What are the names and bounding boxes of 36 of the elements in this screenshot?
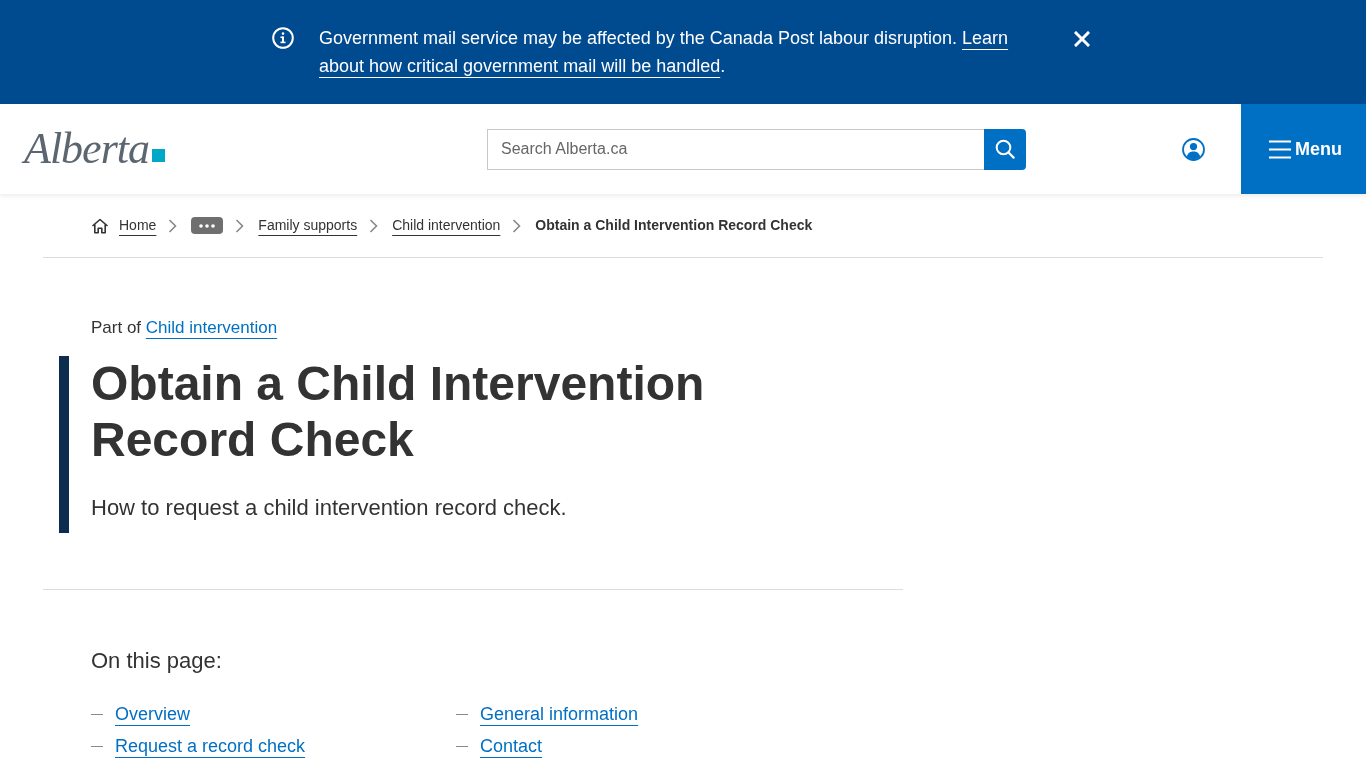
chevron-right-icon <box>512 218 522 233</box>
home-icon <box>91 217 109 234</box>
search-button[interactable] <box>984 128 1026 170</box>
page-subtitle: How to request a child intervention record check. <box>91 494 568 522</box>
breadcrumb-current: Obtain a Child Intervention Record Check <box>535 216 813 235</box>
ellipsis-button[interactable] <box>191 217 224 234</box>
chevron-right-icon <box>369 218 379 233</box>
square-icon <box>152 149 165 162</box>
page-section-link[interactable]: Request a record check <box>115 734 306 758</box>
menu-button[interactable]: Menu <box>1241 104 1366 194</box>
chevron-right-icon <box>168 218 178 233</box>
breadcrumb-link[interactable]: Child intervention <box>392 215 501 236</box>
user-icon[interactable] <box>1182 137 1205 161</box>
close-icon[interactable] <box>1074 31 1090 47</box>
search-field[interactable]: Search Alberta.ca <box>487 128 984 170</box>
search-icon <box>995 139 1015 159</box>
alert-link[interactable]: Learn <box>962 28 1009 48</box>
part-of-link[interactable]: Child intervention <box>145 318 278 337</box>
dash-icon <box>456 713 468 715</box>
dots-icon <box>199 223 216 228</box>
alert-message: Government mail service may be affected by the Canada Post labour disruption. Learn about how critical government mail will be handled. <box>319 27 1010 78</box>
page-section-link[interactable]: General information <box>480 702 639 726</box>
dash-icon <box>91 745 103 747</box>
breadcrumb-link[interactable]: Home <box>119 215 157 236</box>
section-heading: On this page: <box>91 647 223 675</box>
info-icon <box>272 27 294 49</box>
dash-icon <box>91 713 103 715</box>
chevron-right-icon <box>235 218 245 233</box>
alert-link[interactable]: about how critical government mail will be handled <box>319 56 721 76</box>
page-title: Obtain a Child Intervention Record Check <box>91 356 706 468</box>
dash-icon <box>456 745 468 747</box>
menu-icon <box>1269 139 1291 159</box>
page-section-link[interactable]: Overview <box>115 702 190 726</box>
part-of-text: Part of Child intervention <box>91 317 279 339</box>
breadcrumb-link[interactable]: Family supports <box>258 215 358 236</box>
page-section-link[interactable]: Contact <box>480 734 543 758</box>
